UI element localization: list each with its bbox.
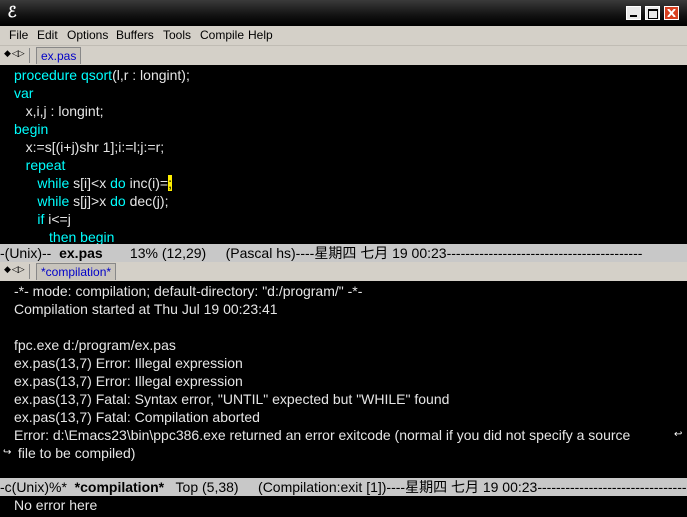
compilation-line[interactable]: fpc.exe d:/program/ex.pas bbox=[14, 336, 176, 354]
text-cursor: ; bbox=[168, 175, 172, 191]
menu-bar: File Edit Options Buffers Tools Compile … bbox=[0, 26, 687, 46]
code-line[interactable]: procedure qsort(l,r : longint); bbox=[14, 66, 190, 84]
code-line[interactable]: then begin bbox=[14, 228, 114, 244]
emacs-icon[interactable]: ℰ bbox=[4, 4, 20, 21]
keyword-token: while bbox=[37, 193, 70, 209]
menu-file[interactable]: File bbox=[9, 28, 28, 42]
tab-separator bbox=[29, 48, 30, 63]
echo-area: No error here bbox=[0, 496, 687, 517]
minimize-icon bbox=[630, 15, 637, 17]
keyword-token: procedure bbox=[14, 67, 78, 83]
code-token: x:=s[(i+j)shr 1];i:=l;j:=r; bbox=[14, 139, 165, 155]
mode-line-buffer-name[interactable]: ex.pas bbox=[59, 245, 103, 261]
title-bar: ℰ bbox=[0, 0, 687, 26]
code-token: x,i,j : longint; bbox=[14, 103, 104, 119]
compilation-line[interactable]: file to be compiled) bbox=[14, 444, 136, 462]
keyword-token: do bbox=[110, 175, 126, 191]
code-token: s[j]>x bbox=[69, 193, 111, 209]
top-tab-bar: ◆ ◁▷ ex.pas bbox=[0, 46, 687, 65]
mode-line-prefix: -(Unix)-- bbox=[0, 245, 60, 261]
menu-tools[interactable]: Tools bbox=[163, 28, 191, 42]
code-line[interactable]: while s[i]<x do inc(i)=; bbox=[14, 174, 172, 192]
code-line[interactable]: while s[j]>x do dec(j); bbox=[14, 192, 168, 210]
line-wrap-right-icon: ↩ bbox=[674, 429, 683, 440]
keyword-token: do bbox=[110, 193, 126, 209]
bottom-mode-line[interactable]: -c(Unix)%* *compilation* Top (5,38) (Com… bbox=[0, 478, 687, 496]
mode-line-buffer-name[interactable]: *compilation* bbox=[75, 479, 164, 495]
menu-help[interactable]: Help bbox=[248, 28, 273, 42]
code-editor-pane[interactable]: procedure qsort(l,r : longint); var x,i,j… bbox=[0, 65, 687, 244]
keyword-token: var bbox=[14, 85, 34, 101]
minimize-button[interactable] bbox=[626, 6, 641, 20]
compilation-line[interactable]: ex.pas(13,7) Fatal: Compilation aborted bbox=[14, 408, 260, 426]
keyword-token: qsort bbox=[80, 67, 113, 83]
compilation-line[interactable]: -*- mode: compilation; default-directory… bbox=[14, 282, 362, 300]
compilation-line[interactable]: ex.pas(13,7) Fatal: Syntax error, "UNTIL… bbox=[14, 390, 449, 408]
code-line[interactable]: begin bbox=[14, 120, 48, 138]
top-mode-line[interactable]: -(Unix)-- ex.pas 13% (12,29) (Pascal hs)… bbox=[0, 244, 687, 262]
menu-edit[interactable]: Edit bbox=[37, 28, 58, 42]
compilation-line[interactable]: ex.pas(13,7) Error: Illegal expression bbox=[14, 372, 243, 390]
code-line[interactable]: var bbox=[14, 84, 33, 102]
menu-buffers[interactable]: Buffers bbox=[116, 28, 154, 42]
close-icon bbox=[667, 9, 676, 17]
code-token: i<=j bbox=[44, 211, 71, 227]
keyword-token: while bbox=[37, 175, 70, 191]
code-token: (l,r : longint); bbox=[112, 67, 190, 83]
mode-line-status: 13% (12,29) (Pascal hs)----星期四 七月 19 00:… bbox=[102, 245, 643, 261]
code-line[interactable]: repeat bbox=[14, 156, 66, 174]
tab-ex-pas[interactable]: ex.pas bbox=[36, 47, 82, 64]
echo-message: No error here bbox=[14, 497, 98, 513]
maximize-icon bbox=[648, 9, 658, 19]
keyword-token: repeat bbox=[25, 157, 66, 173]
bottom-tab-bar: ◆ ◁▷ *compilation* bbox=[0, 262, 687, 281]
code-token: s[i]<x bbox=[69, 175, 111, 191]
maximize-button[interactable] bbox=[645, 6, 660, 20]
tab-compilation[interactable]: *compilation* bbox=[36, 263, 117, 280]
keyword-token: begin bbox=[14, 121, 49, 137]
code-token: inc(i)= bbox=[125, 175, 169, 191]
tab-separator bbox=[29, 264, 30, 279]
tab-scroll-arrows-icon[interactable]: ◆ ◁▷ bbox=[4, 49, 25, 59]
tab-scroll-arrows-icon[interactable]: ◆ ◁▷ bbox=[4, 265, 25, 275]
mode-line-prefix: -c(Unix)%* bbox=[0, 479, 75, 495]
code-token: dec(j); bbox=[125, 193, 169, 209]
compilation-line[interactable]: ex.pas(13,7) Error: Illegal expression bbox=[14, 354, 243, 372]
close-button[interactable] bbox=[664, 6, 679, 20]
line-wrap-left-icon: ↪ bbox=[3, 447, 12, 458]
keyword-token: then begin bbox=[49, 229, 115, 244]
menu-options[interactable]: Options bbox=[67, 28, 108, 42]
mode-line-status: Top (5,38) (Compilation:exit [1])----星期四… bbox=[164, 479, 687, 495]
compilation-output-pane[interactable]: -*- mode: compilation; default-directory… bbox=[0, 281, 687, 476]
menu-compile[interactable]: Compile bbox=[200, 28, 244, 42]
code-line[interactable]: x:=s[(i+j)shr 1];i:=l;j:=r; bbox=[14, 138, 165, 156]
code-line[interactable]: if i<=j bbox=[14, 210, 71, 228]
code-line[interactable]: x,i,j : longint; bbox=[14, 102, 104, 120]
compilation-line[interactable]: Compilation started at Thu Jul 19 00:23:… bbox=[14, 300, 278, 318]
compilation-line[interactable]: Error: d:\Emacs23\bin\ppc386.exe returne… bbox=[14, 426, 630, 444]
